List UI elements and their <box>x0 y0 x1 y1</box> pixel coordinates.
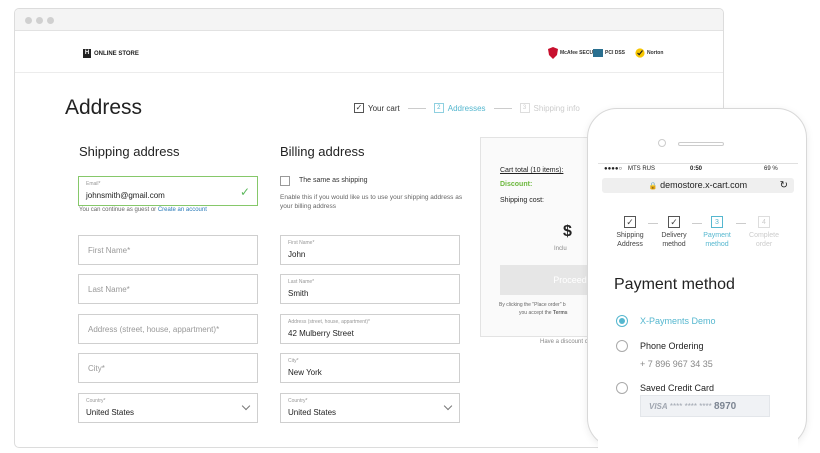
terms-link[interactable]: Terms <box>553 310 568 316</box>
checkmark-seal-icon <box>635 48 645 58</box>
mobile-step-complete: 4 Complete order <box>744 216 784 249</box>
speaker-grille <box>678 142 724 146</box>
saved-card[interactable]: VISA **** **** **** 8970 <box>640 395 770 417</box>
same-as-shipping-checkbox[interactable] <box>280 176 290 186</box>
billing-last-name-input[interactable]: Last Name* Smith <box>280 274 460 304</box>
store-logo[interactable]: H ONLINE STORE <box>83 49 139 58</box>
mobile-url-bar[interactable]: 🔒 demostore.x-cart.com ↻ <box>602 178 794 193</box>
norton-badge: Norton <box>635 45 663 61</box>
create-account-link[interactable]: Create an account <box>158 207 207 213</box>
discount-label: Discount: <box>500 181 533 188</box>
same-as-shipping-note: Enable this if you would like us to use … <box>280 194 463 210</box>
step-check-icon: ✓ <box>668 216 680 228</box>
phone-number: + 7 896 967 34 35 <box>640 359 713 369</box>
step-shipping-number: 3 <box>519 103 530 113</box>
billing-country-select[interactable]: Country* United States <box>280 393 460 423</box>
same-as-shipping-label: The same as shipping <box>299 177 368 184</box>
total-amount: $ <box>563 223 572 240</box>
step-addresses-label[interactable]: Addresses <box>448 104 486 113</box>
step-cart-label[interactable]: Your cart <box>368 104 400 113</box>
clock: 0:50 <box>690 166 703 172</box>
discount-code-link[interactable]: Have a discount c <box>540 339 588 345</box>
billing-heading: Billing address <box>280 144 365 159</box>
pci-icon <box>593 49 603 57</box>
shipping-last-name-input[interactable]: Last Name* <box>78 274 258 304</box>
card-last-digits: 8970 <box>713 401 737 412</box>
saved-card-radio[interactable] <box>616 382 628 394</box>
email-label: Email* <box>86 181 101 187</box>
chevron-down-icon <box>443 401 453 411</box>
reload-icon[interactable]: ↻ <box>780 178 788 193</box>
billing-city-input[interactable]: City* New York <box>280 353 460 383</box>
visa-icon: VISA <box>649 402 668 411</box>
mobile-step-delivery[interactable]: ✓ Delivery method <box>654 216 694 249</box>
browser-titlebar <box>15 9 723 31</box>
billing-address-input[interactable]: Address (street, house, appartment)* 42 … <box>280 314 460 344</box>
email-value: johnsmith@gmail.com <box>86 191 165 200</box>
checkout-steps: ✓ Your cart 2 Addresses 3 Shipping info <box>354 103 580 113</box>
url-text: demostore.x-cart.com <box>660 180 748 190</box>
shipping-cost-label: Shipping cost: <box>500 197 544 204</box>
valid-check-icon: ✓ <box>239 185 250 199</box>
xpayments-label[interactable]: X-Payments Demo <box>640 316 716 326</box>
saved-card-label[interactable]: Saved Credit Card <box>640 383 714 393</box>
status-bar: ●●●●○ MTS RUS 0:50 69 % <box>598 166 798 178</box>
mobile-step-shipping[interactable]: ✓ Shipping Address <box>610 216 650 249</box>
carrier-name: MTS RUS <box>628 166 655 172</box>
cart-total-label[interactable]: Cart total (10 items): <box>500 167 563 174</box>
step-addresses-number: 2 <box>433 103 444 113</box>
pci-badge: PCI DSS <box>593 45 625 61</box>
shipping-country-select[interactable]: Country* United States <box>78 393 258 423</box>
window-close-dot[interactable] <box>25 17 32 24</box>
store-logo-icon: H <box>83 49 91 58</box>
mobile-step-payment[interactable]: 3 Payment method <box>697 216 737 249</box>
xpayments-radio[interactable] <box>616 315 628 327</box>
step-shipping-label: Shipping info <box>533 103 580 113</box>
shipping-city-input[interactable]: City* <box>78 353 258 383</box>
guest-note: You can continue as guest or Create an a… <box>79 207 207 213</box>
lock-icon: 🔒 <box>648 183 658 190</box>
step-check-icon: ✓ <box>624 216 636 228</box>
page-title: Address <box>65 96 143 119</box>
shipping-heading: Shipping address <box>79 144 180 159</box>
phone-ordering-label[interactable]: Phone Ordering <box>640 341 704 351</box>
phone-mockup: ●●●●○ MTS RUS 0:50 69 % 🔒 demostore.x-ca… <box>587 108 807 453</box>
phone-ordering-radio[interactable] <box>616 340 628 352</box>
billing-first-name-input[interactable]: First Name* John <box>280 235 460 265</box>
window-maximize-dot[interactable] <box>47 17 54 24</box>
signal-icon: ●●●●○ <box>604 166 623 172</box>
step-connector <box>407 107 426 109</box>
email-field[interactable]: Email* johnsmith@gmail.com ✓ <box>78 176 258 206</box>
shipping-first-name-input[interactable]: First Name* <box>78 235 258 265</box>
step-connector <box>493 107 512 109</box>
window-minimize-dot[interactable] <box>36 17 43 24</box>
step-cart-check-icon: ✓ <box>354 103 364 113</box>
camera-icon <box>658 139 666 147</box>
chevron-down-icon <box>241 401 251 411</box>
payment-method-title: Payment method <box>614 276 735 293</box>
site-header: H ONLINE STORE McAfee SECURE PCI DSS Nor… <box>15 31 723 73</box>
store-logo-text: ONLINE STORE <box>94 50 139 57</box>
included-note: Inclu <box>554 246 567 252</box>
phone-screen: ●●●●○ MTS RUS 0:50 69 % 🔒 demostore.x-ca… <box>598 163 798 453</box>
battery-level: 69 % <box>764 166 778 172</box>
shield-icon <box>548 47 558 59</box>
shipping-address-input[interactable]: Address (street, house, appartment)* <box>78 314 258 344</box>
